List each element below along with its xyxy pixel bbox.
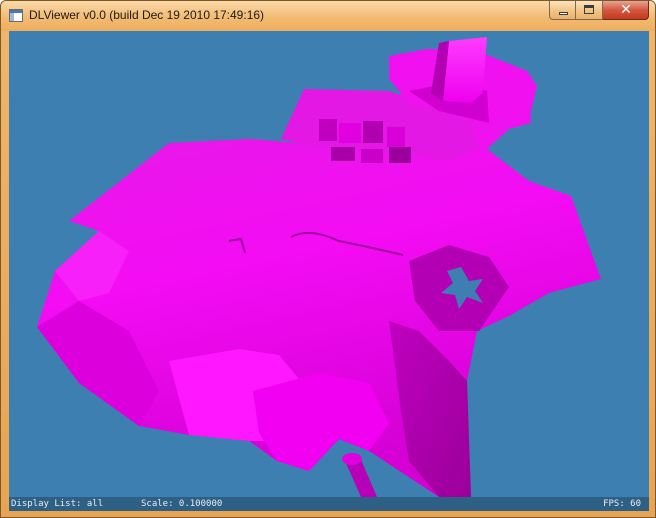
mesh-block: [389, 147, 411, 163]
fps-status: FPS: 60: [603, 499, 641, 509]
app-icon-side-part: [10, 13, 14, 21]
minimize-icon: [559, 12, 568, 15]
scale-status: Scale: 0.100000: [141, 499, 223, 509]
mesh-block: [331, 147, 355, 161]
mesh-tower: [443, 37, 487, 103]
maximize-button[interactable]: [576, 1, 603, 20]
3d-viewport[interactable]: [9, 31, 649, 497]
mesh-block: [339, 123, 361, 143]
mesh-block: [387, 127, 405, 147]
window-title: DLViewer v0.0 (build Dec 19 2010 17:49:1…: [29, 8, 265, 22]
close-button[interactable]: ✕: [603, 1, 649, 20]
status-bar: Display List: all Scale: 0.100000 FPS: 6…: [9, 497, 649, 511]
mesh-block: [361, 149, 383, 163]
close-icon: ✕: [620, 2, 632, 18]
app-window: DLViewer v0.0 (build Dec 19 2010 17:49:1…: [0, 0, 656, 518]
minimize-button[interactable]: [549, 1, 576, 20]
title-bar[interactable]: DLViewer v0.0 (build Dec 19 2010 17:49:1…: [1, 1, 655, 31]
display-list-status: Display List: all: [11, 499, 104, 509]
mesh-pipe-top: [342, 453, 362, 465]
client-area: Display List: all Scale: 0.100000 FPS: 6…: [9, 31, 649, 511]
caption-buttons: ✕: [549, 1, 649, 21]
maximize-icon: [584, 5, 594, 14]
app-window-icon[interactable]: [9, 9, 23, 22]
magenta-mesh: [37, 37, 601, 497]
mesh-block: [363, 121, 383, 143]
mesh-block: [319, 119, 337, 141]
